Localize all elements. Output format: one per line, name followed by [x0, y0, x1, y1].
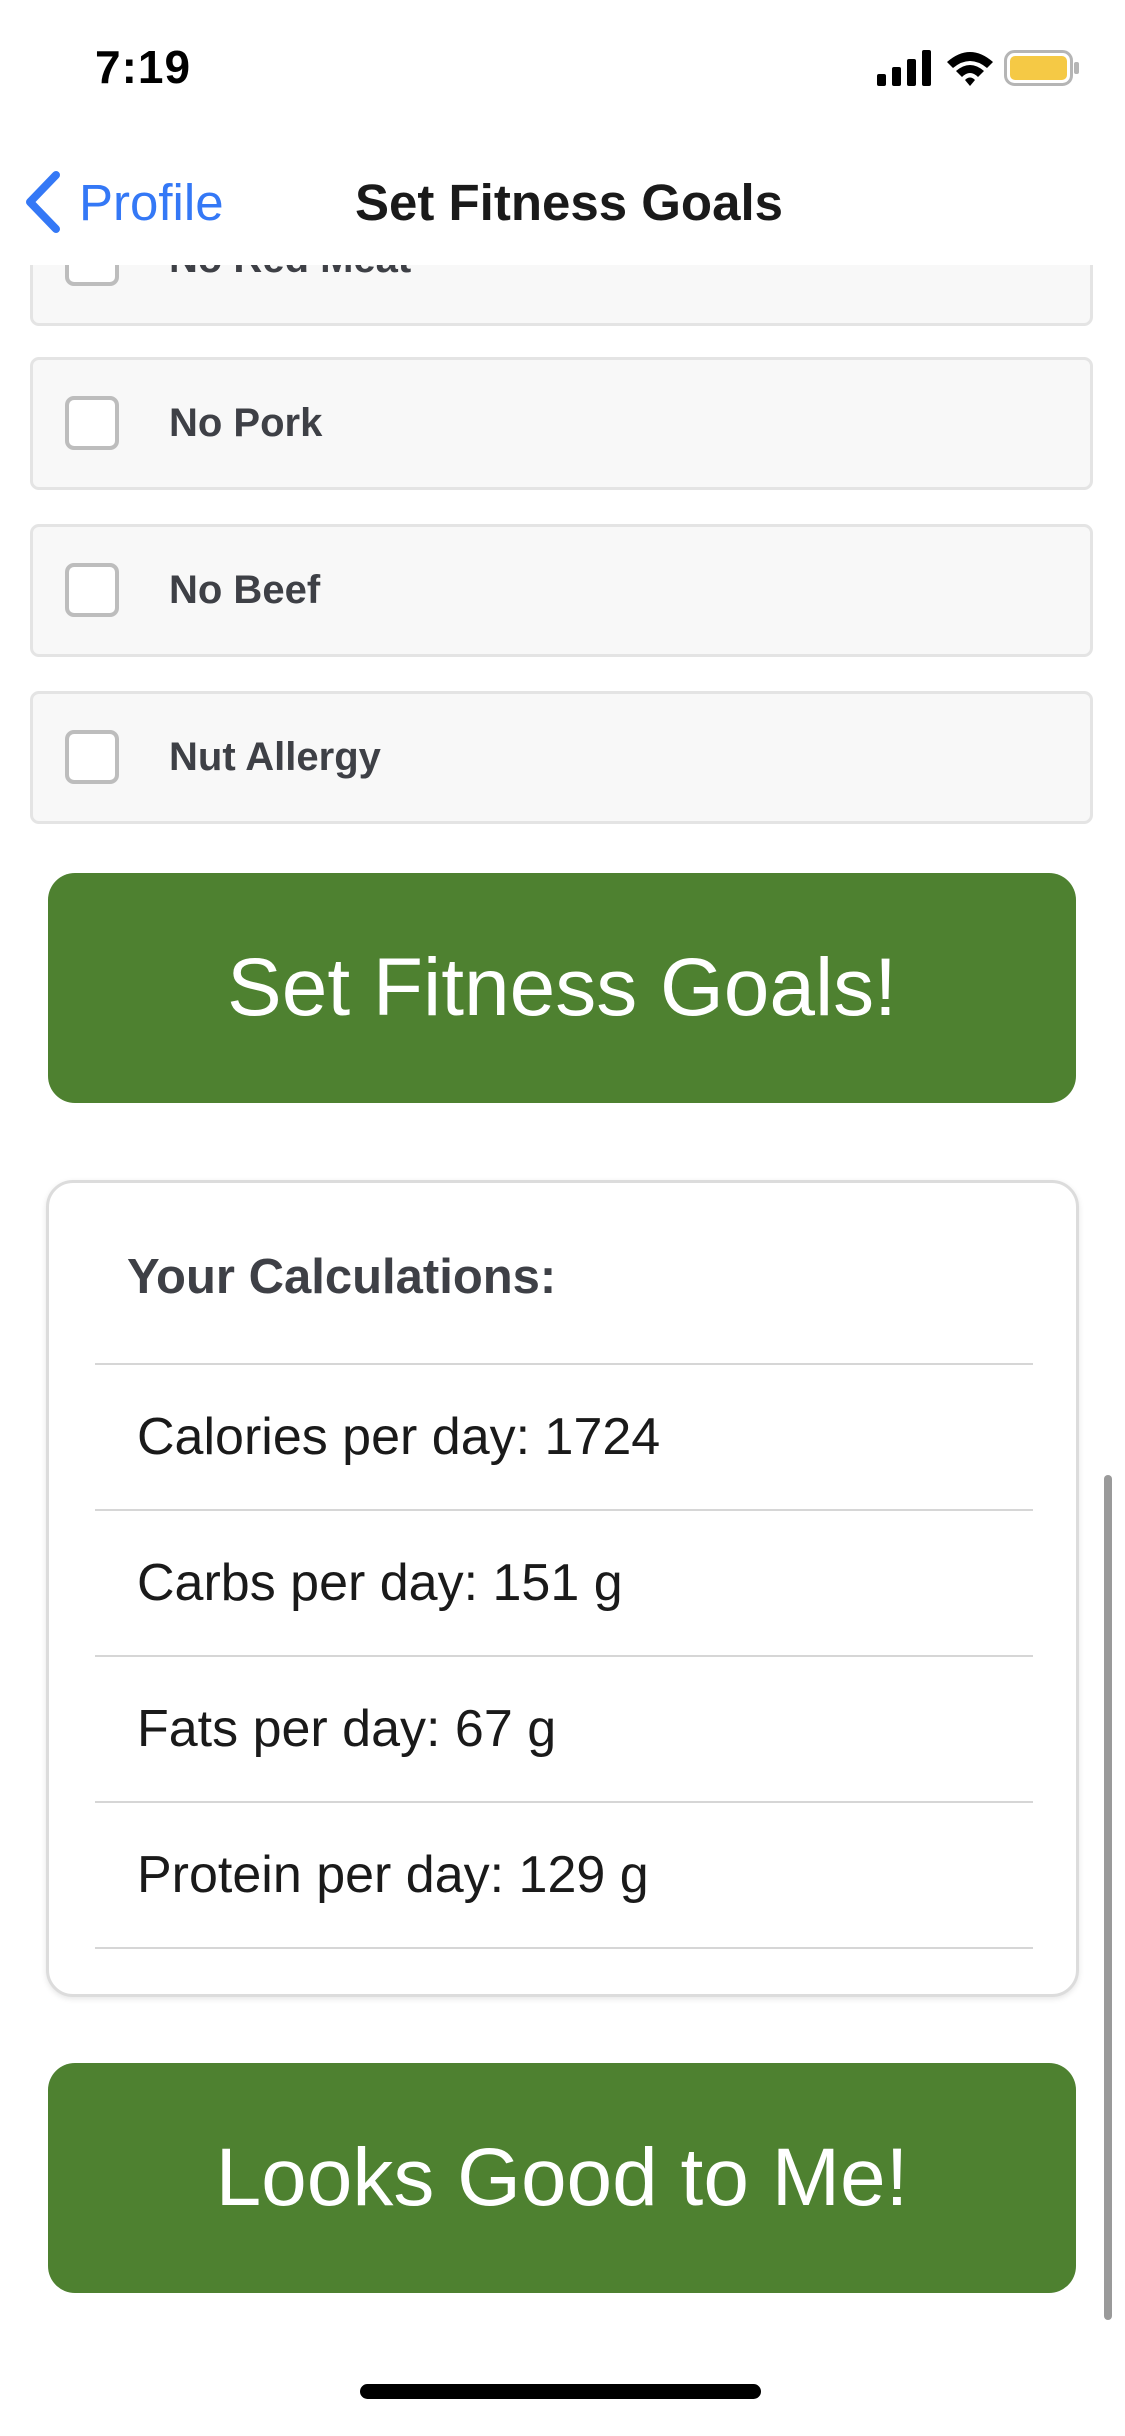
nav-bar: Profile Set Fitness Goals — [0, 140, 1125, 265]
wifi-icon — [947, 52, 993, 86]
checkbox[interactable] — [65, 396, 119, 450]
calculations-card: Your Calculations: Calories per day: 172… — [46, 1180, 1079, 1997]
calculations-title: Your Calculations: — [127, 1250, 557, 1304]
scroll-content[interactable]: No Red Meat No Pork No Beef Nut Allergy … — [0, 0, 1125, 2436]
home-indicator[interactable] — [360, 2384, 761, 2399]
protein-per-day: Protein per day: 129 g — [137, 1846, 649, 1904]
carbs-per-day: Carbs per day: 151 g — [137, 1554, 623, 1612]
chevron-left-icon — [26, 171, 60, 233]
battery-icon — [1004, 50, 1079, 86]
set-fitness-goals-button[interactable]: Set Fitness Goals! — [48, 873, 1076, 1103]
scroll-indicator — [1104, 1475, 1112, 2320]
divider — [95, 1947, 1033, 1949]
fats-per-day: Fats per day: 67 g — [137, 1700, 557, 1758]
looks-good-button[interactable]: Looks Good to Me! — [48, 2063, 1076, 2293]
diet-option-no-pork[interactable]: No Pork — [30, 357, 1093, 490]
back-button-label: Profile — [79, 173, 224, 231]
checkbox[interactable] — [65, 563, 119, 617]
diet-option-label: Nut Allergy — [169, 735, 381, 779]
checkbox[interactable] — [65, 730, 119, 784]
calories-per-day: Calories per day: 1724 — [137, 1408, 661, 1466]
signal-icon — [877, 50, 931, 86]
page-title: Set Fitness Goals — [355, 174, 783, 231]
status-time: 7:19 — [95, 41, 192, 93]
screen: No Red Meat No Pork No Beef Nut Allergy … — [0, 0, 1125, 2436]
status-bar: 7:19 — [0, 0, 1125, 140]
diet-option-label: No Beef — [169, 568, 321, 612]
diet-option-no-beef[interactable]: No Beef — [30, 524, 1093, 657]
back-button[interactable]: Profile — [20, 162, 224, 242]
diet-option-nut-allergy[interactable]: Nut Allergy — [30, 691, 1093, 824]
diet-option-label: No Pork — [169, 401, 323, 445]
